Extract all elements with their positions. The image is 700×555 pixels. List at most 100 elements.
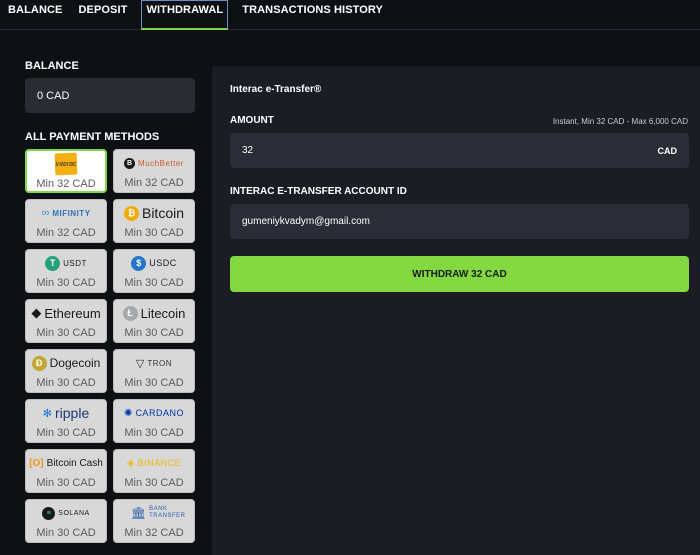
dogecoin-name: Dogecoin xyxy=(49,356,101,370)
method-min: Min 30 CAD xyxy=(36,327,96,339)
method-min: Min 30 CAD xyxy=(36,377,96,389)
usdc-name: USDC xyxy=(149,258,177,268)
bitcoin-cash-name: Bitcoin Cash xyxy=(46,457,103,469)
bitcoin-name: Bitcoin xyxy=(141,205,185,221)
payment-methods-label: ALL PAYMENT METHODS xyxy=(25,131,160,143)
mifinity-logo: ∞ MIFINITY xyxy=(26,200,106,226)
binance-icon: ◈ xyxy=(126,457,135,469)
method-min: Min 30 CAD xyxy=(124,327,184,339)
account-id-input[interactable]: gumeniykvadym@gmail.com xyxy=(230,204,689,239)
account-id-label: INTERAC E-TRANSFER ACCOUNT ID xyxy=(230,186,407,197)
cardano-logo: ✺ CARDANO xyxy=(114,400,194,426)
tron-logo: ▽ TRON xyxy=(114,350,194,376)
ripple-name: ripple xyxy=(54,405,90,421)
tab-deposit[interactable]: DEPOSIT xyxy=(70,0,135,30)
muchbetter-icon: B xyxy=(124,157,136,169)
bitcoin-icon: ₿ xyxy=(123,205,139,221)
method-min: Min 30 CAD xyxy=(36,527,96,539)
solana-logo: ≡ SOLANA xyxy=(26,500,106,526)
bank-icon: 🏛 xyxy=(130,506,147,520)
usdc-icon: $ xyxy=(131,255,147,271)
method-card-bank-transfer[interactable]: 🏛 BANK TRANSFER Min 32 CAD xyxy=(113,499,195,543)
muchbetter-name: MuchBetter xyxy=(138,158,184,168)
method-card-usdc[interactable]: $ USDC Min 30 CAD xyxy=(113,249,195,293)
method-card-tron[interactable]: ▽ TRON Min 30 CAD xyxy=(113,349,195,393)
solana-icon: ≡ xyxy=(42,506,56,520)
account-id-value: gumeniykvadym@gmail.com xyxy=(242,216,370,227)
method-card-bitcoin-cash[interactable]: [O] Bitcoin Cash Min 30 CAD xyxy=(25,449,107,493)
method-card-bitcoin[interactable]: ₿ Bitcoin Min 30 CAD xyxy=(113,199,195,243)
method-card-cardano[interactable]: ✺ CARDANO Min 30 CAD xyxy=(113,399,195,443)
ripple-logo: ✻ ripple xyxy=(26,400,106,426)
withdraw-button[interactable]: WITHDRAW 32 CAD xyxy=(230,256,689,292)
binance-logo: ◈ BINANCE xyxy=(114,450,194,476)
method-card-interac[interactable]: interac Min 32 CAD xyxy=(25,149,107,193)
amount-input[interactable]: 32 CAD xyxy=(230,133,689,168)
method-min: Min 32 CAD xyxy=(36,227,96,239)
method-card-mifinity[interactable]: ∞ MIFINITY Min 32 CAD xyxy=(25,199,107,243)
dogecoin-icon: Ð xyxy=(31,355,47,371)
tab-transactions-history[interactable]: TRANSACTIONS HISTORY xyxy=(234,0,391,30)
withdraw-form-panel: Interac e-Transfer® AMOUNT Instant, Min … xyxy=(212,66,700,555)
litecoin-icon: Ł xyxy=(122,305,138,321)
amount-value: 32 xyxy=(242,145,254,156)
dogecoin-logo: Ð Dogecoin xyxy=(26,350,106,376)
method-card-binance[interactable]: ◈ BINANCE Min 30 CAD xyxy=(113,449,195,493)
balance-label: BALANCE xyxy=(25,60,79,72)
balance-display: 0 CAD xyxy=(25,78,195,113)
ethereum-name: Ethereum xyxy=(44,305,101,321)
bitcoin-logo: ₿ Bitcoin xyxy=(114,200,194,226)
solana-name: SOLANA xyxy=(58,509,90,517)
bank-transfer-name: BANK TRANSFER xyxy=(149,506,186,519)
method-min: Min 32 CAD xyxy=(124,177,184,189)
top-tabs: BALANCE DEPOSIT WITHDRAWAL TRANSACTIONS … xyxy=(0,0,700,30)
muchbetter-logo: B MuchBetter xyxy=(114,150,194,176)
method-min: Min 30 CAD xyxy=(124,477,184,489)
amount-currency: CAD xyxy=(657,145,678,156)
cardano-icon: ✺ xyxy=(124,407,133,419)
binance-name: BINANCE xyxy=(137,458,182,468)
interac-logo-icon: interac xyxy=(54,152,78,176)
bank-transfer-logo: 🏛 BANK TRANSFER xyxy=(114,500,194,526)
method-card-litecoin[interactable]: Ł Litecoin Min 30 CAD xyxy=(113,299,195,343)
infinity-icon: ∞ xyxy=(41,207,50,219)
usdt-logo: T USDT xyxy=(26,250,106,276)
method-title: Interac e-Transfer® xyxy=(230,84,322,95)
payment-methods-grid: interac Min 32 CAD B MuchBetter Min 32 C… xyxy=(25,149,197,543)
interac-logo: interac xyxy=(27,151,105,177)
method-min: Min 30 CAD xyxy=(36,427,96,439)
method-card-ripple[interactable]: ✻ ripple Min 30 CAD xyxy=(25,399,107,443)
method-min: Min 30 CAD xyxy=(124,227,184,239)
tron-name: TRON xyxy=(147,358,173,368)
left-column: BALANCE 0 CAD ALL PAYMENT METHODS intera… xyxy=(25,60,197,543)
tron-icon: ▽ xyxy=(135,357,145,370)
balance-value: 0 CAD xyxy=(37,89,70,102)
litecoin-name: Litecoin xyxy=(140,305,186,321)
tether-icon: T xyxy=(45,255,61,271)
bitcoin-cash-logo: [O] Bitcoin Cash xyxy=(26,450,106,476)
mifinity-name: MIFINITY xyxy=(52,208,91,218)
method-min: Min 32 CAD xyxy=(36,178,96,190)
tab-balance[interactable]: BALANCE xyxy=(0,0,70,30)
method-card-usdt[interactable]: T USDT Min 30 CAD xyxy=(25,249,107,293)
amount-hint: Instant, Min 32 CAD - Max 6,000 CAD xyxy=(552,117,688,126)
method-card-muchbetter[interactable]: B MuchBetter Min 32 CAD xyxy=(113,149,195,193)
method-card-solana[interactable]: ≡ SOLANA Min 30 CAD xyxy=(25,499,107,543)
ethereum-icon: ◆ xyxy=(31,305,42,320)
usdc-logo: $ USDC xyxy=(114,250,194,276)
method-card-ethereum[interactable]: ◆ Ethereum Min 30 CAD xyxy=(25,299,107,343)
amount-label: AMOUNT xyxy=(230,115,274,126)
tab-withdrawal[interactable]: WITHDRAWAL xyxy=(141,0,229,30)
bitcoin-cash-icon: [O] xyxy=(29,457,44,469)
method-min: Min 30 CAD xyxy=(124,427,184,439)
method-min: Min 30 CAD xyxy=(36,277,96,289)
method-min: Min 30 CAD xyxy=(124,377,184,389)
usdt-name: USDT xyxy=(63,258,87,268)
method-min: Min 30 CAD xyxy=(36,477,96,489)
ripple-icon: ✻ xyxy=(42,407,52,420)
litecoin-logo: Ł Litecoin xyxy=(114,300,194,326)
method-min: Min 30 CAD xyxy=(124,277,184,289)
ethereum-logo: ◆ Ethereum xyxy=(26,300,106,326)
method-min: Min 32 CAD xyxy=(124,527,184,539)
method-card-dogecoin[interactable]: Ð Dogecoin Min 30 CAD xyxy=(25,349,107,393)
